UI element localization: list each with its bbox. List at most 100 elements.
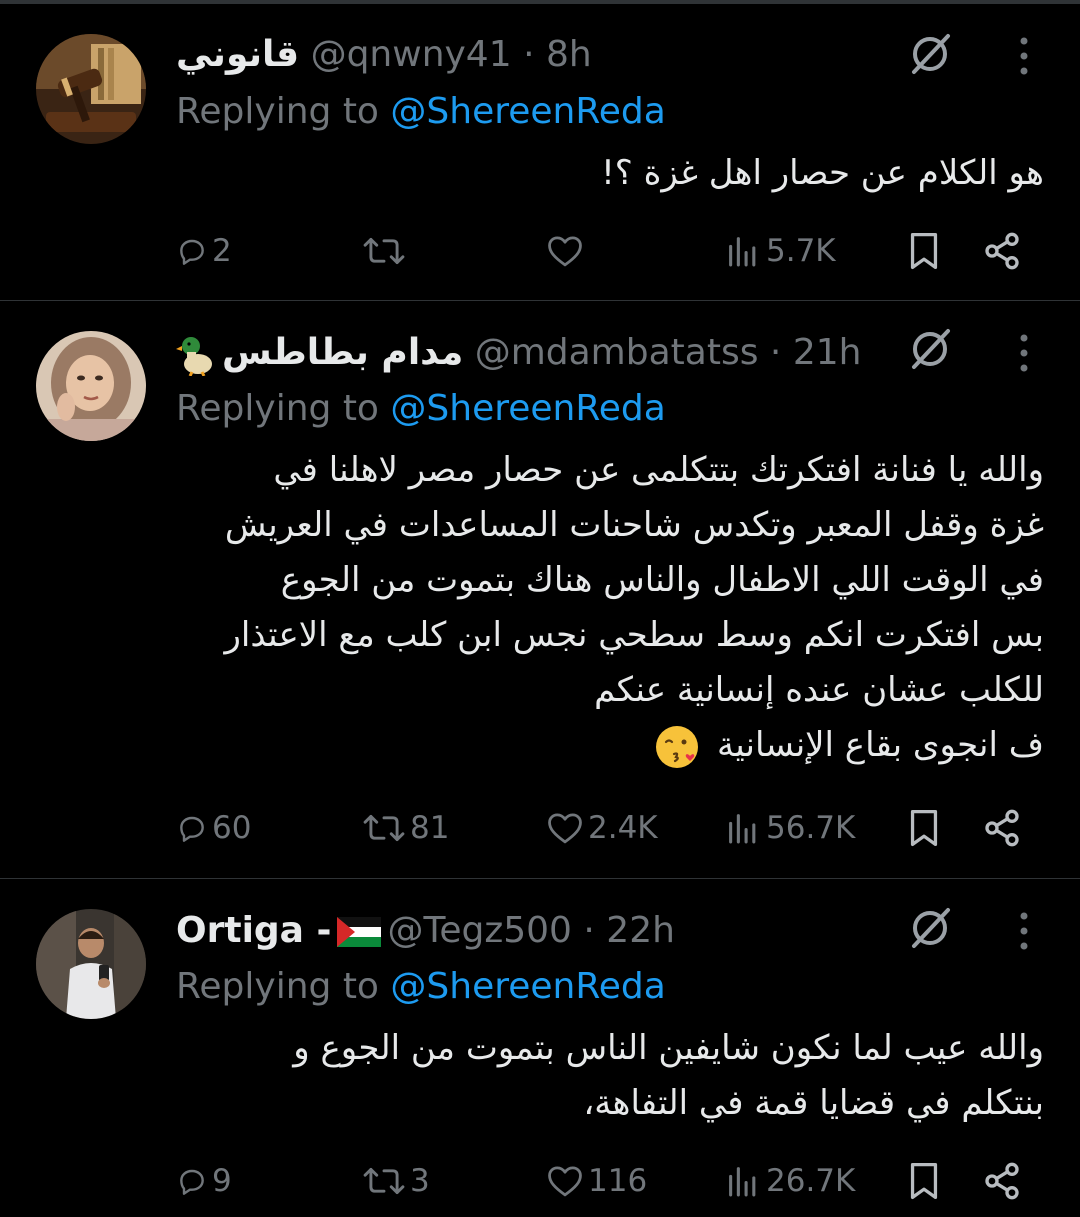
share-icon [985, 232, 1019, 270]
replying-prefix: Replying to [176, 388, 391, 429]
views-button[interactable]: 56.7K [724, 803, 855, 853]
gavel-books-avatar-icon [36, 34, 146, 144]
repost-button[interactable]: 3 [362, 1156, 430, 1206]
share-button[interactable] [982, 226, 1022, 276]
action-bar: 2 5.7K [176, 226, 1046, 276]
like-button[interactable]: 2.4K [546, 803, 658, 853]
bookmark-button[interactable] [906, 1156, 942, 1206]
share-icon [985, 1162, 1019, 1200]
share-button[interactable] [982, 803, 1022, 853]
like-button[interactable] [546, 226, 588, 276]
timestamp[interactable]: 21h [793, 332, 862, 373]
reply-count: 60 [212, 810, 252, 846]
replying-to: Replying to @ShereenReda [176, 87, 666, 137]
bookmark-button[interactable] [906, 803, 942, 853]
mention-link[interactable]: @ShereenReda [390, 91, 665, 132]
grok-icon[interactable] [906, 30, 954, 78]
woman-hijab-avatar-icon [36, 331, 146, 441]
tweet-text-line: ف انجوى بقاع الإنسانية [717, 725, 1044, 765]
repost-button[interactable] [362, 226, 410, 276]
mention-link[interactable]: @ShereenReda [390, 388, 665, 429]
view-count: 5.7K [766, 233, 836, 269]
replying-prefix: Replying to [176, 91, 391, 132]
views-button[interactable]: 26.7K [724, 1156, 855, 1206]
heart-icon [548, 813, 582, 844]
like-button[interactable]: 116 [546, 1156, 647, 1206]
replying-to: Replying to @ShereenReda [176, 384, 666, 434]
replying-to: Replying to @ShereenReda [176, 962, 666, 1012]
action-bar: 9 3 116 26.7K [176, 1156, 1046, 1206]
man-selfie-avatar-icon [36, 909, 146, 1019]
avatar[interactable] [36, 34, 146, 144]
views-icon [729, 814, 756, 844]
tweet-text: والله يا فنانة افتكرتك بتتكلمى عن حصار م… [164, 443, 1044, 773]
views-button[interactable]: 5.7K [724, 226, 836, 276]
views-icon [729, 1167, 756, 1197]
more-options-icon[interactable] [1010, 32, 1038, 80]
repost-button[interactable]: 81 [362, 803, 449, 853]
tweet-reply[interactable]: Ortiga - @Tegz500 · 22h Replying to @She… [0, 879, 1080, 1217]
tweet-header: مدام بطاطس @mdambatatss · 21h [176, 328, 861, 378]
bookmark-button[interactable] [906, 226, 942, 276]
user-handle[interactable]: @qnwny41 [311, 34, 512, 75]
separator-dot: · [583, 910, 595, 951]
bookmark-icon [910, 1162, 938, 1199]
separator-dot: · [523, 34, 535, 75]
repost-icon [363, 237, 405, 265]
tweet-text: والله عيب لما نكون شايفين الناس بتموت من… [164, 1021, 1044, 1131]
more-options-icon[interactable] [1010, 329, 1038, 377]
share-button[interactable] [982, 1156, 1022, 1206]
heart-icon [548, 236, 582, 267]
reply-button[interactable]: 60 [176, 803, 251, 853]
tweet-text-line: والله عيب لما نكون شايفين الناس بتموت من… [293, 1028, 1044, 1068]
tweet-text-line: غزة وقفل المعبر وتكدس شاحنات المساعدات ف… [224, 505, 1044, 545]
tweet-header: قانوني @qnwny41 · 8h [176, 30, 592, 80]
tweet-text: هو الكلام عن حصار اهل غزة ؟! [164, 146, 1044, 201]
replying-prefix: Replying to [176, 966, 391, 1007]
tweet-reply[interactable]: مدام بطاطس @mdambatatss · 21h Replying t… [0, 301, 1080, 877]
grok-icon[interactable] [906, 904, 954, 952]
reply-button[interactable]: 2 [176, 226, 232, 276]
tweet-header: Ortiga - @Tegz500 · 22h [176, 906, 675, 956]
heart-icon [548, 1166, 582, 1197]
palestine-flag-icon [337, 917, 382, 947]
tweet-text-line: في الوقت اللي الاطفال والناس هناك بتموت … [280, 560, 1044, 600]
tweet-reply[interactable]: قانوني @qnwny41 · 8h Replying to @Sheree… [0, 0, 1080, 300]
tweet-text-line: للكلب عشان عنده إنسانية عنكم [594, 670, 1044, 710]
tweet-text-line: بنتكلم في قضايا قمة في التفاهة، [583, 1083, 1044, 1123]
user-handle[interactable]: @Tegz500 [387, 910, 571, 951]
kissing-face-emoji-icon [656, 725, 699, 768]
display-name[interactable]: Ortiga - [176, 910, 331, 951]
repost-icon [363, 1167, 405, 1195]
separator-dot: · [769, 332, 782, 373]
reply-button[interactable]: 9 [176, 1156, 232, 1206]
display-name[interactable]: قانوني [176, 34, 299, 75]
share-icon [985, 809, 1019, 847]
repost-count: 81 [410, 810, 450, 846]
mention-link[interactable]: @ShereenReda [390, 966, 665, 1007]
reply-icon [180, 239, 204, 265]
bookmark-icon [910, 810, 938, 846]
timestamp[interactable]: 8h [546, 34, 592, 75]
grok-icon[interactable] [906, 325, 954, 373]
tweet-text-line: هو الكلام عن حصار اهل غزة ؟! [601, 153, 1044, 193]
repost-count: 3 [410, 1163, 430, 1199]
action-bar: 60 81 2.4K 56.7K [176, 803, 1046, 853]
timestamp[interactable]: 22h [606, 910, 675, 951]
like-count: 116 [588, 1163, 648, 1199]
views-icon [729, 237, 756, 267]
display-name[interactable]: مدام بطاطس [222, 332, 463, 373]
reply-icon [180, 816, 204, 842]
reply-count: 9 [212, 1163, 232, 1199]
avatar[interactable] [36, 331, 146, 441]
repost-icon [363, 814, 405, 842]
duck-emoji-icon [176, 337, 212, 376]
reply-count: 2 [212, 233, 232, 269]
view-count: 56.7K [766, 810, 856, 846]
tweet-text-line: بس افتكرت انكم وسط سطحي نجس ابن كلب مع ا… [224, 615, 1044, 655]
avatar[interactable] [36, 909, 146, 1019]
user-handle[interactable]: @mdambatatss [475, 332, 759, 373]
view-count: 26.7K [766, 1163, 856, 1199]
tweet-text-line: والله يا فنانة افتكرتك بتتكلمى عن حصار م… [273, 450, 1044, 490]
more-options-icon[interactable] [1010, 907, 1038, 955]
